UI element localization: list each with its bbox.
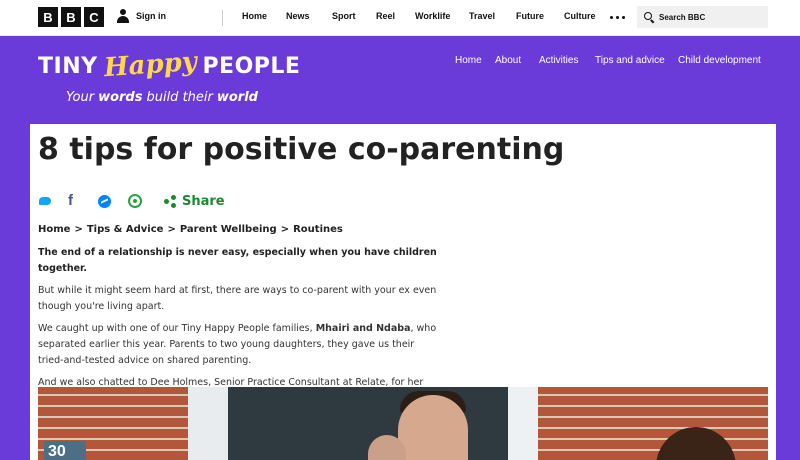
bbc-nav-sport[interactable]: Sport — [332, 11, 376, 21]
site-nav-child-development[interactable]: Child development — [678, 55, 761, 66]
share-bar: f Share — [38, 193, 225, 209]
house-number-plate: 30 — [44, 441, 86, 460]
facebook-icon: f — [68, 192, 73, 209]
share-button[interactable]: Share — [164, 194, 225, 209]
bbc-nav-reel[interactable]: Reel — [376, 11, 415, 21]
tagline-part: words — [98, 90, 143, 105]
bbc-nav-worklife[interactable]: Worklife — [415, 11, 469, 21]
logo-tiny: TINY — [38, 54, 98, 79]
share-icon — [164, 194, 176, 208]
bbc-main-nav: Home News Sport Reel Worklife Travel Fut… — [242, 11, 610, 21]
article-paragraph: We caught up with one of our Tiny Happy … — [38, 321, 438, 369]
logo-happy: Happy — [102, 46, 198, 84]
breadcrumb-parent-wellbeing[interactable]: Parent Wellbeing — [180, 224, 277, 235]
tagline-part: world — [216, 90, 258, 105]
breadcrumb-separator: > — [280, 224, 290, 235]
tagline-part: Your — [66, 90, 95, 105]
more-menu-icon[interactable] — [610, 16, 625, 19]
site-nav-about[interactable]: About — [495, 55, 539, 66]
bbc-nav-culture[interactable]: Culture — [564, 11, 610, 21]
breadcrumb-routines[interactable]: Routines — [293, 224, 343, 235]
page-title: 8 tips for positive co-parenting — [38, 132, 565, 167]
bbc-logo-letter: B — [61, 7, 81, 27]
share-messenger-button[interactable] — [98, 193, 128, 209]
logo-people: PEOPLE — [202, 54, 301, 79]
sign-in-link[interactable]: Sign in — [116, 9, 166, 23]
share-label: Share — [182, 193, 225, 209]
hero-photo: 30 — [38, 387, 768, 460]
article-paragraph: But while it might seem hard at first, t… — [38, 285, 437, 312]
family-names: Mhairi and Ndaba — [315, 323, 411, 334]
bbc-nav-divider — [222, 10, 223, 26]
tagline: Your words build their world — [66, 90, 258, 105]
bbc-nav-travel[interactable]: Travel — [469, 11, 516, 21]
twitter-icon — [38, 195, 52, 207]
site-nav-home[interactable]: Home — [455, 55, 495, 66]
bbc-nav-home[interactable]: Home — [242, 11, 286, 21]
tiny-happy-people-logo[interactable]: TINY Happy PEOPLE — [38, 46, 301, 84]
bbc-logo-letter: B — [38, 7, 58, 27]
tagline-part: build their — [146, 90, 213, 105]
whatsapp-icon — [128, 194, 142, 208]
site-nav-activities[interactable]: Activities — [539, 55, 595, 66]
bbc-nav-future[interactable]: Future — [516, 11, 564, 21]
search-label: Search BBC — [659, 12, 706, 22]
bbc-top-bar: B B C Sign in Home News Sport Reel Workl… — [0, 0, 800, 36]
site-nav-tips[interactable]: Tips and advice — [595, 55, 678, 66]
messenger-icon — [98, 194, 111, 208]
man-face — [398, 395, 468, 460]
site-nav: Home About Activities Tips and advice Ch… — [455, 55, 761, 66]
article-lead: The end of a relationship is never easy,… — [38, 247, 437, 274]
bbc-logo[interactable]: B B C — [38, 7, 104, 27]
search-icon — [644, 12, 654, 22]
share-facebook-button[interactable]: f — [68, 193, 98, 209]
bbc-search-button[interactable]: Search BBC — [637, 6, 768, 28]
site-header: TINY Happy PEOPLE Your words build their… — [0, 36, 800, 124]
breadcrumb: Home > Tips & Advice > Parent Wellbeing … — [38, 224, 343, 235]
breadcrumb-separator: > — [74, 224, 83, 235]
sign-in-label: Sign in — [136, 11, 166, 21]
article-card: 8 tips for positive co-parenting f Share… — [30, 124, 776, 460]
share-twitter-button[interactable] — [38, 193, 68, 209]
brick-wall — [538, 387, 768, 460]
text-run: We caught up with one of our Tiny Happy … — [38, 323, 313, 334]
breadcrumb-home[interactable]: Home — [38, 224, 70, 235]
share-whatsapp-button[interactable] — [128, 193, 158, 209]
bbc-nav-news[interactable]: News — [286, 11, 332, 21]
breadcrumb-tips-advice[interactable]: Tips & Advice — [87, 224, 164, 235]
user-icon — [116, 9, 130, 23]
door-frame — [508, 387, 538, 460]
bbc-logo-letter: C — [84, 7, 104, 27]
door-frame — [188, 387, 228, 460]
breadcrumb-separator: > — [167, 224, 176, 235]
